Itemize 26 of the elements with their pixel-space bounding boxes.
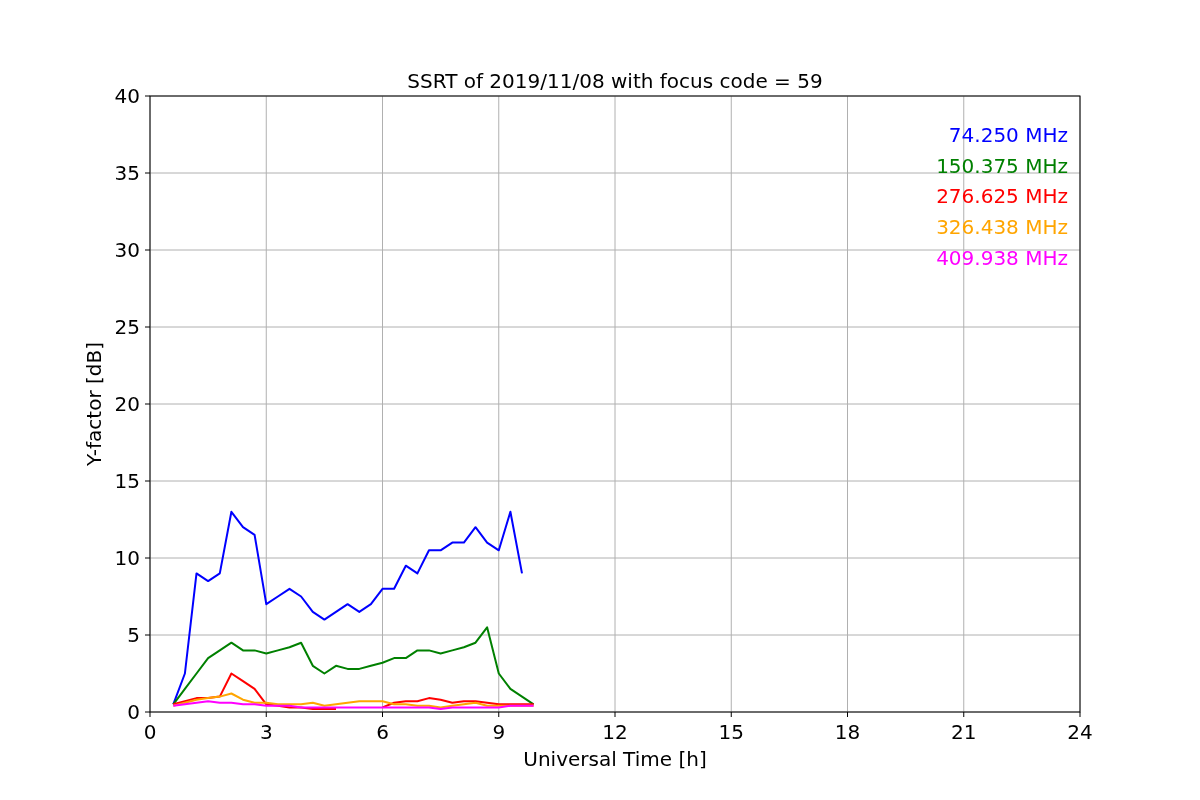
tick-label: 5 <box>127 623 140 647</box>
tick-label: 15 <box>718 720 744 744</box>
tick-label: 20 <box>114 392 140 416</box>
legend-label: 74.250 MHz <box>948 123 1068 147</box>
x-axis-label: Universal Time [h] <box>523 747 707 771</box>
legend-label: 276.625 MHz <box>936 184 1068 209</box>
tick-label: 3 <box>259 720 273 744</box>
tick-label: 0 <box>127 700 140 724</box>
tick-label: 12 <box>602 720 628 744</box>
tick-label: 9 <box>492 720 506 744</box>
chart-title: SSRT of 2019/11/08 with focus code = 59 <box>407 69 823 93</box>
tick-label: 30 <box>114 238 140 262</box>
legend-label: 150.375 MHz <box>936 153 1068 178</box>
tick-label: 6 <box>376 720 389 744</box>
legend-label: 409.938 MHz <box>936 245 1068 270</box>
y-axis-label: Y-factor [dB] <box>82 342 106 466</box>
tick-label: 40 <box>114 84 140 108</box>
tick-label: 0 <box>143 720 157 744</box>
tick-label: 35 <box>114 161 140 185</box>
tick-label: 21 <box>951 720 977 744</box>
tick-label: 24 <box>1067 720 1093 744</box>
tick-label: 18 <box>834 720 861 744</box>
tick-label: 25 <box>114 315 140 339</box>
tick-label: 10 <box>114 546 140 570</box>
legend-label: 326.438 MHz <box>936 215 1068 240</box>
tick-label: 15 <box>114 469 140 493</box>
